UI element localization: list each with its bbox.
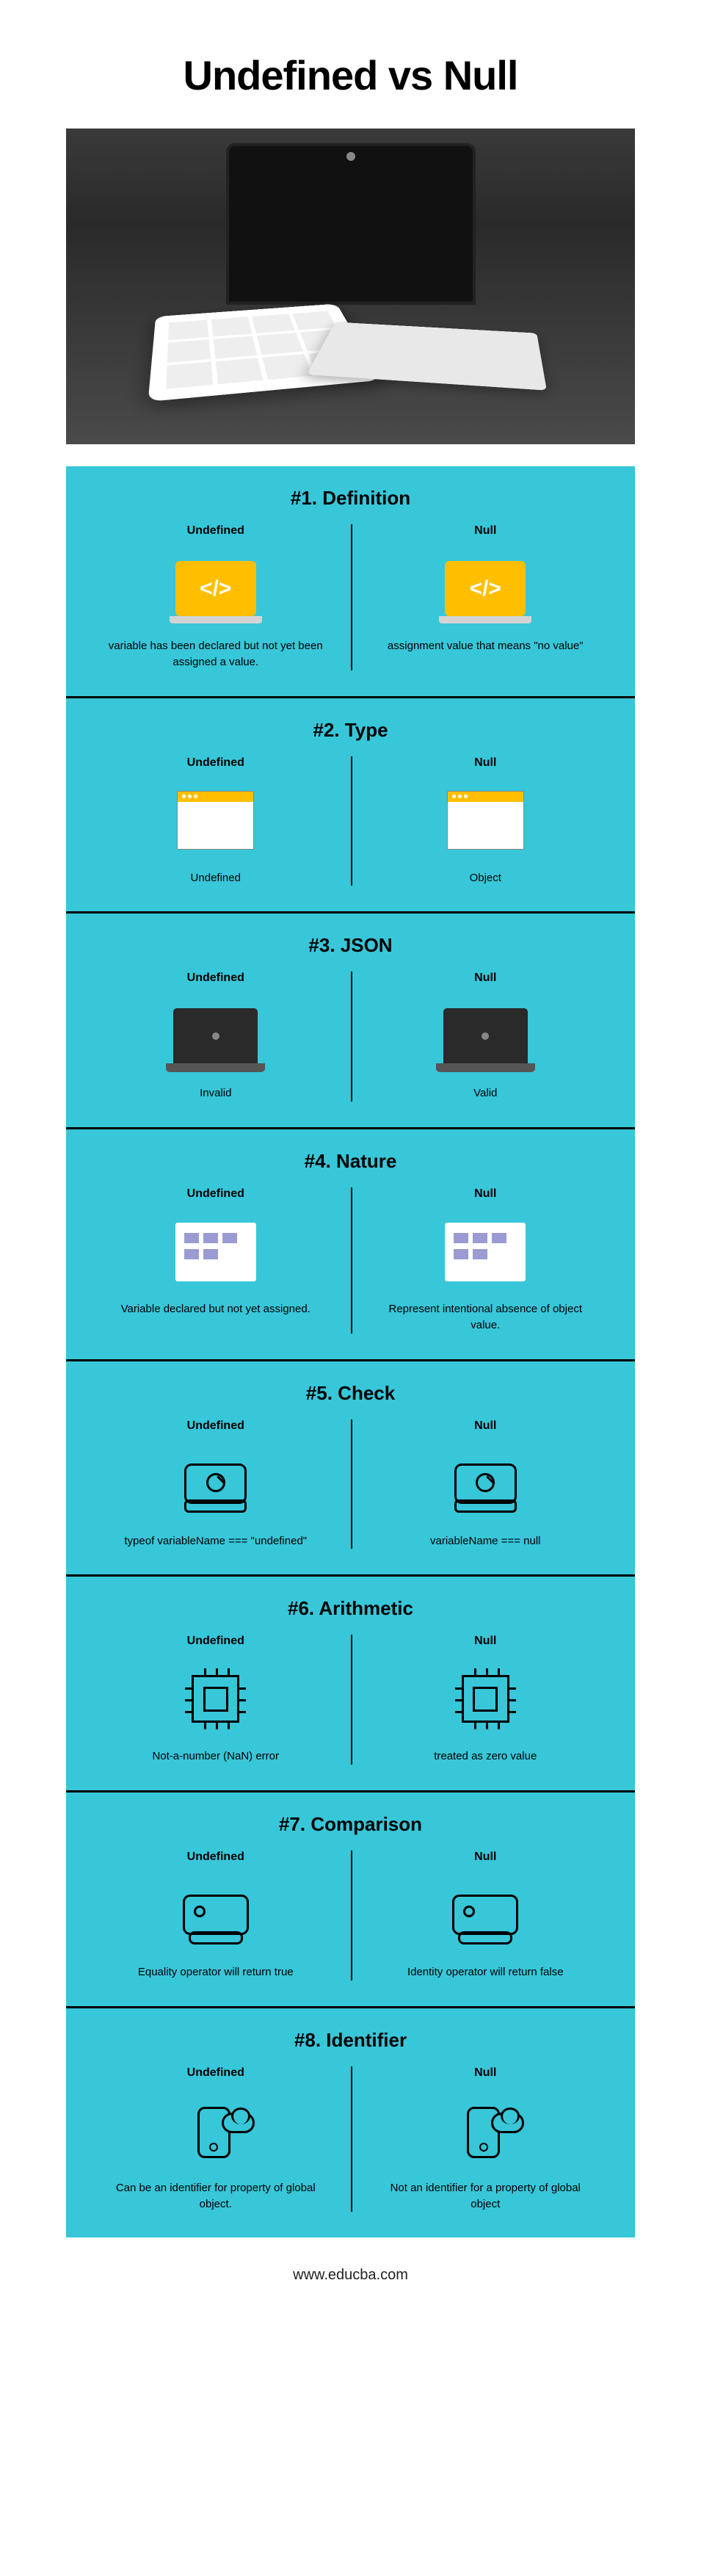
stack-icon — [452, 1895, 518, 1935]
section-heading: #1. Definition — [81, 487, 620, 510]
column-label: Undefined — [99, 1850, 333, 1864]
column-label: Null — [369, 1187, 603, 1201]
undefined-column: Undefined Not-a-number (NaN) error — [81, 1635, 351, 1765]
section-heading: #2. Type — [81, 719, 620, 742]
null-text: treated as zero value — [369, 1748, 603, 1765]
column-label: Null — [369, 1419, 603, 1433]
spreadsheet-icon — [175, 1223, 256, 1281]
undefined-column: Undefined Equality operator will return … — [81, 1850, 351, 1980]
monitor-illustration — [226, 143, 476, 305]
spreadsheet-icon — [445, 1223, 526, 1281]
search-drive-icon — [454, 1464, 517, 1504]
undefined-text: variable has been declared but not yet b… — [99, 638, 333, 670]
null-text: Identity operator will return false — [369, 1964, 603, 1980]
column-label: Null — [369, 972, 603, 985]
null-column: Null treated as zero value — [351, 1635, 621, 1765]
null-column: Null variableName === null — [351, 1419, 621, 1549]
column-label: Undefined — [99, 524, 333, 538]
code-laptop-icon: </> — [175, 561, 256, 616]
null-column: Null Not an identifier for a property of… — [351, 2066, 621, 2213]
comparison-section: #3. JSON Undefined Invalid Null Valid — [66, 911, 635, 1127]
undefined-text: Not-a-number (NaN) error — [99, 1748, 333, 1765]
undefined-column: Undefined typeof variableName === "undef… — [81, 1419, 351, 1549]
laptop-icon — [443, 1008, 528, 1063]
phone-cloud-icon — [183, 2107, 249, 2154]
comparison-section: #4. Nature Undefined Variable declared b… — [66, 1127, 635, 1359]
page-title: Undefined vs Null — [66, 51, 635, 99]
comparison-section: #1. Definition Undefined </> variable ha… — [66, 466, 635, 696]
undefined-column: Undefined Variable declared but not yet … — [81, 1187, 351, 1334]
undefined-column: Undefined Can be an identifier for prope… — [81, 2066, 351, 2213]
null-column: Null Object — [351, 756, 621, 886]
null-column: Null Valid — [351, 972, 621, 1101]
chip-icon — [192, 1675, 239, 1723]
column-label: Undefined — [99, 1635, 333, 1648]
null-text: Object — [369, 870, 603, 886]
null-text: assignment value that means "no value" — [369, 638, 603, 654]
column-label: Null — [369, 1850, 603, 1864]
window-icon — [447, 791, 524, 850]
code-laptop-icon: </> — [445, 561, 526, 616]
section-heading: #8. Identifier — [81, 2029, 620, 2052]
undefined-column: Undefined </> variable has been declared… — [81, 524, 351, 670]
column-label: Undefined — [99, 2066, 333, 2080]
undefined-text: Invalid — [99, 1085, 333, 1101]
stack-icon — [183, 1895, 249, 1935]
undefined-column: Undefined Invalid — [81, 972, 351, 1101]
section-heading: #6. Arithmetic — [81, 1597, 620, 1620]
laptop-icon — [173, 1008, 258, 1063]
null-text: Not an identifier for a property of glob… — [369, 2180, 603, 2213]
chip-icon — [462, 1675, 509, 1723]
null-column: Null </> assignment value that means "no… — [351, 524, 621, 670]
undefined-text: Can be an identifier for property of glo… — [99, 2180, 333, 2213]
section-heading: #4. Nature — [81, 1150, 620, 1173]
null-column: Null Identity operator will return false — [351, 1850, 621, 1980]
column-label: Null — [369, 1635, 603, 1648]
null-text: Valid — [369, 1085, 603, 1101]
undefined-text: Equality operator will return true — [99, 1964, 333, 1980]
column-label: Undefined — [99, 972, 333, 985]
phone-cloud-icon — [452, 2107, 518, 2154]
column-label: Null — [369, 2066, 603, 2080]
search-drive-icon — [184, 1464, 247, 1504]
column-label: Undefined — [99, 1419, 333, 1433]
column-label: Undefined — [99, 756, 333, 770]
undefined-column: Undefined Undefined — [81, 756, 351, 886]
comparison-section: #7. Comparison Undefined Equality operat… — [66, 1790, 635, 2006]
section-heading: #5. Check — [81, 1382, 620, 1405]
hero-image — [66, 129, 635, 444]
section-heading: #7. Comparison — [81, 1813, 620, 1836]
comparison-section: #6. Arithmetic Undefined Not-a-number (N… — [66, 1574, 635, 1790]
null-column: Null Represent intentional absence of ob… — [351, 1187, 621, 1334]
null-text: variableName === null — [369, 1533, 603, 1549]
section-heading: #3. JSON — [81, 934, 620, 957]
window-icon — [177, 791, 254, 850]
column-label: Null — [369, 524, 603, 538]
footer-url: www.educba.com — [66, 2237, 635, 2313]
column-label: Undefined — [99, 1187, 333, 1201]
comparison-section: #8. Identifier Undefined Can be an ident… — [66, 2006, 635, 2238]
column-label: Null — [369, 756, 603, 770]
comparison-section: #2. Type Undefined Undefined Null Object — [66, 696, 635, 912]
undefined-text: Variable declared but not yet assigned. — [99, 1301, 333, 1317]
undefined-text: typeof variableName === "undefined" — [99, 1533, 333, 1549]
comparison-section: #5. Check Undefined typeof variableName … — [66, 1359, 635, 1575]
null-text: Represent intentional absence of object … — [369, 1301, 603, 1334]
undefined-text: Undefined — [99, 870, 333, 886]
